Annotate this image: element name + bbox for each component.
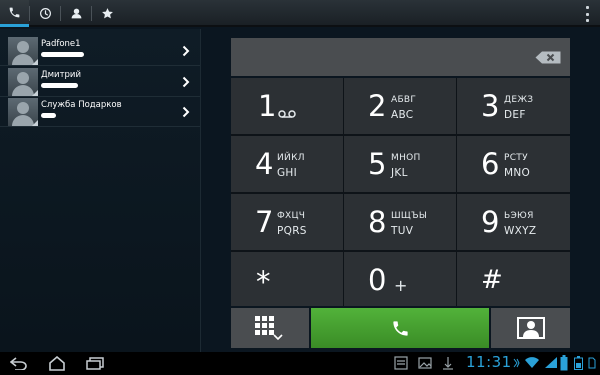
tab-divider xyxy=(91,6,92,21)
key-digit: * xyxy=(256,265,271,299)
star-icon xyxy=(102,8,113,19)
key-letters-ru: ИЙКЛ xyxy=(277,153,305,163)
key-letters-en: MNO xyxy=(504,167,531,179)
contact-card-icon xyxy=(517,317,545,339)
key-digit: 6 xyxy=(481,147,500,181)
key-letters-en: GHI xyxy=(277,167,298,179)
add-to-contacts-button[interactable] xyxy=(491,308,570,348)
key-6[interactable]: 6 РСТУ MNO xyxy=(457,136,570,192)
key-letters-en: PQRS xyxy=(277,225,307,237)
key-digit: 5 xyxy=(368,147,387,181)
list-item-contact[interactable]: Padfone1 xyxy=(0,36,200,66)
avatar xyxy=(8,68,38,96)
key-digit: 0 xyxy=(368,263,387,297)
key-5[interactable]: 5 МНОП JKL xyxy=(344,136,456,192)
key-1[interactable]: 1 xyxy=(231,78,343,134)
key-letters-ru: ШЩЪЫ xyxy=(391,211,428,221)
dialpad-action-row xyxy=(231,308,570,348)
key-digit: # xyxy=(481,265,503,295)
phone-icon xyxy=(9,7,20,17)
key-letters-ru: ФХЦЧ xyxy=(277,211,306,221)
key-letters-en: + xyxy=(394,276,408,295)
key-letters-ru: АБВГ xyxy=(391,95,417,105)
key-digit: 1 xyxy=(258,89,277,123)
recent-apps-icon[interactable] xyxy=(86,357,104,370)
key-digit: 7 xyxy=(255,205,274,239)
dialpad: 1 2 АБВГ ABC 3 ДЕЖЗ DEF 4 ИЙКЛ GHI 5 МНО… xyxy=(231,78,570,306)
chevron-right-icon[interactable] xyxy=(182,45,190,57)
key-star[interactable]: * xyxy=(231,252,343,306)
key-letters-ru: ДЕЖЗ xyxy=(504,95,534,105)
battery-small-icon xyxy=(574,356,583,370)
contact-suggestions-panel: Padfone1 Дмитрий Служба Подарков xyxy=(0,29,200,352)
key-2[interactable]: 2 АБВГ ABC xyxy=(344,78,456,134)
contact-name: Padfone1 xyxy=(41,39,81,49)
home-icon[interactable] xyxy=(48,356,66,371)
key-letters-ru: МНОП xyxy=(391,153,421,163)
key-digit: 3 xyxy=(481,89,500,123)
key-7[interactable]: 7 ФХЦЧ PQRS xyxy=(231,194,343,250)
notification-image-icon xyxy=(418,357,432,369)
tab-phone[interactable] xyxy=(0,0,29,27)
key-9[interactable]: 9 ЬЭЮЯ WXYZ xyxy=(457,194,570,250)
battery-icon xyxy=(560,355,568,371)
tab-divider xyxy=(29,6,30,21)
key-letters-en: WXYZ xyxy=(504,225,537,237)
tab-call-log[interactable] xyxy=(31,0,60,27)
chevron-right-icon[interactable] xyxy=(182,76,190,88)
key-4[interactable]: 4 ИЙКЛ GHI xyxy=(231,136,343,192)
panel-divider xyxy=(200,29,201,352)
dialpad-toggle-button[interactable] xyxy=(231,308,309,348)
key-letters-en: TUV xyxy=(391,225,414,237)
tab-contacts[interactable] xyxy=(62,0,91,27)
key-digit: 2 xyxy=(368,89,387,123)
notification-usb-icon xyxy=(443,357,453,370)
key-digit: 4 xyxy=(255,147,274,181)
list-item-contact[interactable]: Дмитрий xyxy=(0,67,200,97)
key-0[interactable]: 0 + xyxy=(344,252,456,306)
digits-field[interactable] xyxy=(231,38,570,76)
system-navigation-bar: 11:31 xyxy=(0,352,600,375)
phone-icon xyxy=(393,321,408,336)
wifi-icon xyxy=(525,357,539,368)
call-button[interactable] xyxy=(311,308,489,348)
key-digit: 9 xyxy=(481,205,500,239)
contacts-icon xyxy=(71,8,82,19)
key-letters-ru: РСТУ xyxy=(504,153,528,163)
overflow-menu-icon[interactable] xyxy=(584,6,590,22)
backspace-icon[interactable] xyxy=(535,51,561,64)
key-3[interactable]: 3 ДЕЖЗ DEF xyxy=(457,78,570,134)
notification-download-icon xyxy=(394,356,408,370)
avatar xyxy=(8,98,38,126)
avatar xyxy=(8,37,38,65)
contact-number-redacted xyxy=(41,83,78,88)
contact-number-redacted xyxy=(41,52,84,57)
back-icon[interactable] xyxy=(10,357,28,370)
key-8[interactable]: 8 ШЩЪЫ TUV xyxy=(344,194,456,250)
tab-favorites[interactable] xyxy=(93,0,122,27)
signal-icon xyxy=(545,357,557,368)
key-letters-en: JKL xyxy=(391,167,408,179)
key-letters-en: DEF xyxy=(504,109,526,121)
action-bar xyxy=(0,0,600,27)
clock-icon xyxy=(40,8,51,19)
key-digit: 8 xyxy=(368,205,387,239)
tab-divider xyxy=(60,6,61,21)
contact-number-redacted xyxy=(41,113,56,118)
key-pound[interactable]: # xyxy=(457,252,570,306)
contact-name: Служба Подарков xyxy=(41,100,122,110)
chevron-right-icon[interactable] xyxy=(182,106,190,118)
dialpad-grid-icon xyxy=(255,316,283,341)
contact-name: Дмитрий xyxy=(41,70,81,80)
list-item-contact[interactable]: Служба Подарков xyxy=(0,97,200,127)
sd-card-icon xyxy=(588,357,596,369)
sync-arrows-icon xyxy=(513,358,520,368)
clock[interactable]: 11:31 xyxy=(466,353,512,371)
voicemail-icon xyxy=(278,110,296,118)
key-letters-ru: ЬЭЮЯ xyxy=(504,211,534,221)
key-letters-en: ABC xyxy=(391,109,414,121)
